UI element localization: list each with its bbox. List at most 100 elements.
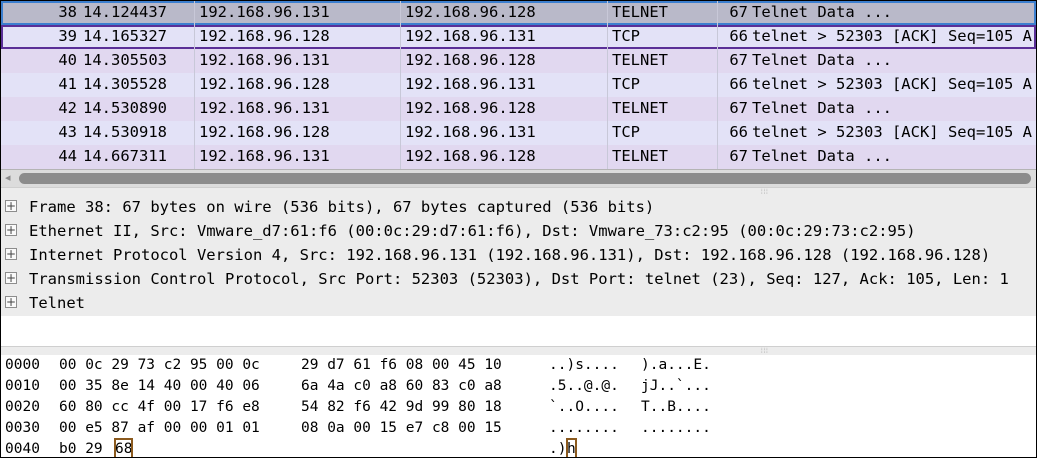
packet-length: 67 <box>717 145 748 169</box>
packet-length: 67 <box>717 1 748 25</box>
detail-row-label: Internet Protocol Version 4, Src: 192.16… <box>29 246 991 264</box>
packet-destination: 192.168.96.131 <box>400 121 607 145</box>
packet-source: 192.168.96.131 <box>194 97 400 121</box>
packet-destination: 192.168.96.131 <box>400 25 607 49</box>
packet-source: 192.168.96.128 <box>194 121 400 145</box>
packet-row[interactable]: 41 14.305528 192.168.96.128 192.168.96.131 T… <box>1 73 1036 97</box>
packet-protocol: TELNET <box>607 97 717 121</box>
expand-icon[interactable]: + <box>5 200 17 212</box>
packet-destination: 192.168.96.128 <box>400 49 607 73</box>
ascii-bytes: ........ <box>549 420 619 436</box>
packet-protocol: TCP <box>607 25 717 49</box>
wireshark-window: 38 14.124437 192.168.96.131 192.168.96.128 T… <box>0 0 1037 458</box>
packet-row[interactable]: 42 14.530890 192.168.96.131 192.168.96.128 T… <box>1 97 1036 121</box>
packet-row[interactable]: 40 14.305503 192.168.96.131 192.168.96.128 T… <box>1 49 1036 73</box>
packet-number: 41 <box>58 75 77 93</box>
packet-number: 40 <box>58 51 77 69</box>
detail-tree-row[interactable]: + Frame 38: 67 bytes on wire (536 bits), … <box>1 196 1036 220</box>
ascii-bytes: `..O.... <box>549 399 619 415</box>
expand-icon[interactable]: + <box>5 248 17 260</box>
detail-tree-row[interactable]: + Transmission Control Protocol, Src Port… <box>1 268 1036 292</box>
hex-bytes: b0 29 <box>59 441 103 457</box>
highlighted-byte-ascii[interactable]: h <box>566 438 577 457</box>
packet-length: 67 <box>717 49 748 73</box>
packet-time: 14.305503 <box>83 51 167 69</box>
packet-length: 66 <box>717 121 748 145</box>
packet-bytes-pane: 0000 00 0c 29 73 c2 95 00 0c 29 d7 61 f6 0… <box>1 355 1036 457</box>
packet-source: 192.168.96.128 <box>194 73 400 97</box>
packet-destination: 192.168.96.128 <box>400 145 607 169</box>
packet-info: telnet > 52303 [ACK] Seq=105 A <box>752 75 1032 93</box>
packet-protocol: TELNET <box>607 1 717 25</box>
packet-protocol: TELNET <box>607 145 717 169</box>
scrollbar-thumb[interactable] <box>19 173 1031 184</box>
hex-bytes: 08 0a 00 15 e7 c8 00 15 <box>301 420 502 436</box>
detail-tree-row[interactable]: + Ethernet II, Src: Vmware_d7:61:f6 (00:0… <box>1 220 1036 244</box>
hex-offset: 0020 <box>5 399 40 415</box>
packet-source: 192.168.96.131 <box>194 49 400 73</box>
ascii-bytes: .) <box>549 441 567 457</box>
hex-bytes: 6a 4a c0 a8 60 83 c0 a8 <box>301 378 502 394</box>
packet-number: 39 <box>58 27 77 45</box>
ascii-bytes: T..B.... <box>641 399 711 415</box>
packet-number: 38 <box>58 3 77 21</box>
packet-destination: 192.168.96.128 <box>400 1 607 25</box>
packet-time: 14.530918 <box>83 123 167 141</box>
ascii-bytes: .5..@.@. <box>549 378 619 394</box>
packet-row[interactable]: 39 14.165327 192.168.96.128 192.168.96.131 T… <box>1 25 1036 49</box>
hex-offset: 0000 <box>5 357 40 373</box>
packet-row[interactable]: 43 14.530918 192.168.96.128 192.168.96.131 T… <box>1 121 1036 145</box>
hex-bytes: 00 35 8e 14 40 00 40 06 <box>59 378 260 394</box>
packet-time: 14.165327 <box>83 27 167 45</box>
packet-source: 192.168.96.131 <box>194 1 400 25</box>
detail-row-label: Transmission Control Protocol, Src Port:… <box>29 270 1009 288</box>
highlighted-byte-hex[interactable]: 68 <box>113 438 134 457</box>
scroll-left-icon[interactable]: ◂ <box>5 171 11 184</box>
packet-protocol: TCP <box>607 73 717 97</box>
packet-length: 67 <box>717 97 748 121</box>
packet-list-horizontal-scrollbar[interactable]: ◂ <box>1 169 1036 187</box>
hex-offset: 0030 <box>5 420 40 436</box>
packet-info: Telnet Data ... <box>752 99 892 117</box>
packet-row[interactable]: 44 14.667311 192.168.96.131 192.168.96.128 T… <box>1 145 1036 169</box>
hex-bytes: 60 80 cc 4f 00 17 f6 e8 <box>59 399 260 415</box>
packet-source: 192.168.96.128 <box>194 25 400 49</box>
packet-protocol: TCP <box>607 121 717 145</box>
ascii-bytes: jJ..`... <box>641 378 711 394</box>
expand-icon[interactable]: + <box>5 224 17 236</box>
packet-info: telnet > 52303 [ACK] Seq=105 A <box>752 27 1032 45</box>
packet-info: Telnet Data ... <box>752 51 892 69</box>
detail-tree-row[interactable]: + Telnet <box>1 292 1036 316</box>
packet-row[interactable]: 38 14.124437 192.168.96.131 192.168.96.128 T… <box>1 1 1036 25</box>
hex-bytes: 00 e5 87 af 00 00 01 01 <box>59 420 260 436</box>
packet-source: 192.168.96.131 <box>194 145 400 169</box>
ascii-bytes: ........ <box>641 420 711 436</box>
detail-row-label: Frame 38: 67 bytes on wire (536 bits), 6… <box>29 198 655 216</box>
expand-icon[interactable]: + <box>5 296 17 308</box>
packet-time: 14.124437 <box>83 3 167 21</box>
packet-length: 66 <box>717 25 748 49</box>
ascii-bytes: ).a...E. <box>641 357 711 373</box>
packet-time: 14.305528 <box>83 75 167 93</box>
packet-details-tree: + Frame 38: 67 bytes on wire (536 bits), … <box>1 196 1036 346</box>
packet-time: 14.530890 <box>83 99 167 117</box>
expand-icon[interactable]: + <box>5 272 17 284</box>
packet-protocol: TELNET <box>607 49 717 73</box>
ascii-bytes: ..)s.... <box>549 357 619 373</box>
hex-bytes: 54 82 f6 42 9d 99 80 18 <box>301 399 502 415</box>
packet-number: 42 <box>58 99 77 117</box>
detail-tree-row[interactable]: + Internet Protocol Version 4, Src: 192.1… <box>1 244 1036 268</box>
packet-list: 38 14.124437 192.168.96.131 192.168.96.128 T… <box>1 1 1036 169</box>
packet-number: 44 <box>58 147 77 165</box>
packet-info: Telnet Data ... <box>752 147 892 165</box>
hex-bytes: 00 0c 29 73 c2 95 00 0c <box>59 357 260 373</box>
detail-row-label: Ethernet II, Src: Vmware_d7:61:f6 (00:0c… <box>29 222 916 240</box>
hex-bytes: 29 d7 61 f6 08 00 45 10 <box>301 357 502 373</box>
packet-length: 66 <box>717 73 748 97</box>
packet-info: Telnet Data ... <box>752 3 892 21</box>
packet-destination: 192.168.96.131 <box>400 73 607 97</box>
hex-offset: 0040 <box>5 441 40 457</box>
packet-destination: 192.168.96.128 <box>400 97 607 121</box>
packet-time: 14.667311 <box>83 147 167 165</box>
packet-number: 43 <box>58 123 77 141</box>
